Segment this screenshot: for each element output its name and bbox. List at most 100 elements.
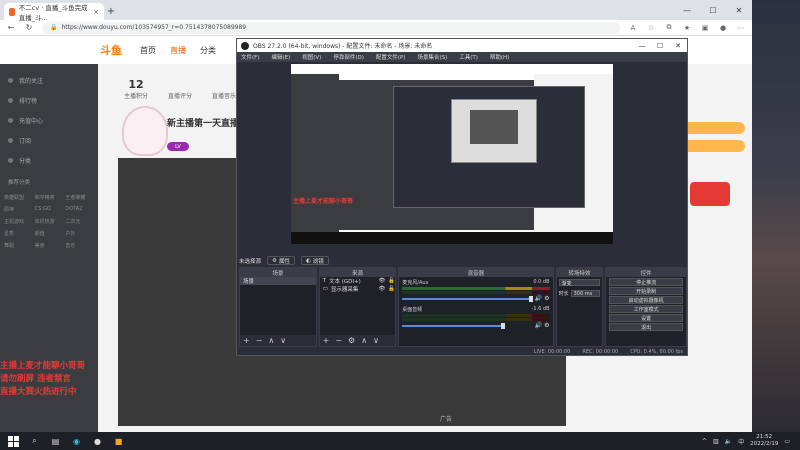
speaker-icon[interactable]: 🔊 bbox=[535, 322, 542, 329]
gear-icon[interactable]: ⚙ bbox=[544, 295, 549, 302]
obs-taskbar-icon[interactable]: ● bbox=[92, 436, 103, 447]
obs-maximize-icon[interactable]: ☐ bbox=[651, 42, 669, 50]
settings-button[interactable]: 设置 bbox=[609, 314, 683, 322]
gear-icon[interactable]: ⚙ bbox=[544, 322, 549, 329]
visibility-eye-icon[interactable]: 👁 bbox=[378, 286, 385, 292]
move-up-icon[interactable]: ∧ bbox=[268, 336, 274, 345]
promo-banner[interactable] bbox=[690, 182, 730, 206]
nav-live[interactable]: 直播 bbox=[170, 45, 186, 56]
visibility-eye-icon[interactable]: 👁 bbox=[378, 278, 385, 284]
category-link[interactable]: 和平精英 bbox=[35, 194, 64, 201]
obs-preview[interactable]: 主播上麦才能聊小哥哥 bbox=[291, 64, 613, 244]
streamer-avatar[interactable] bbox=[122, 106, 168, 156]
nav-home[interactable]: 首页 bbox=[140, 45, 156, 56]
chevron-up-icon[interactable]: ^ bbox=[702, 438, 707, 445]
notification-icon[interactable]: ▭ bbox=[784, 438, 790, 445]
menu-edit[interactable]: 编辑(E) bbox=[271, 53, 290, 61]
minimize-icon[interactable]: — bbox=[674, 0, 700, 20]
remove-source-icon[interactable]: − bbox=[335, 336, 342, 345]
move-up-icon[interactable]: ∧ bbox=[361, 336, 367, 345]
favorites-icon[interactable]: ★ bbox=[682, 24, 692, 32]
category-link[interactable]: 二次元 bbox=[65, 218, 94, 225]
windows-start-icon[interactable] bbox=[8, 435, 19, 447]
studio-mode-button[interactable]: 工作室模式 bbox=[609, 305, 683, 313]
menu-profile[interactable]: 配置文件(P) bbox=[376, 53, 406, 61]
star-icon[interactable]: ☆ bbox=[646, 24, 656, 32]
category-link[interactable]: DOTA2 bbox=[65, 206, 94, 213]
category-link[interactable]: 户外 bbox=[65, 230, 94, 237]
close-icon[interactable]: ✕ bbox=[726, 0, 752, 20]
category-link[interactable]: 英雄联盟 bbox=[4, 194, 33, 201]
task-view-icon[interactable]: ▤ bbox=[50, 436, 61, 447]
stat-item[interactable]: 直播评分 bbox=[168, 78, 192, 100]
menu-scene-collection[interactable]: 场景集合(S) bbox=[417, 53, 447, 61]
speaker-icon[interactable]: 🔊 bbox=[535, 295, 542, 302]
category-link[interactable]: 颜值 bbox=[35, 230, 64, 237]
duration-input[interactable]: 300 ms bbox=[570, 290, 601, 297]
app-taskbar-icon[interactable]: ■ bbox=[113, 436, 124, 447]
obs-minimize-icon[interactable]: — bbox=[633, 42, 651, 50]
move-down-icon[interactable]: ∨ bbox=[373, 336, 379, 345]
sidebar-item[interactable]: 我的关注 bbox=[0, 70, 98, 90]
new-tab-button[interactable]: + bbox=[104, 3, 118, 20]
browser-tab[interactable]: 不二cv · 直播_斗鱼完成直播_斗... × bbox=[4, 3, 104, 22]
volume-slider[interactable] bbox=[402, 295, 533, 302]
filters-button[interactable]: ◐ 滤镜 bbox=[300, 256, 329, 265]
add-source-icon[interactable]: + bbox=[323, 336, 330, 345]
sidebar-item[interactable]: 充值中心 bbox=[0, 110, 98, 130]
url-field[interactable]: 🔒 https://www.douyu.com/103574957_r=0.75… bbox=[42, 21, 620, 34]
remove-scene-icon[interactable]: − bbox=[256, 336, 263, 345]
collections-icon[interactable]: ▣ bbox=[700, 24, 710, 32]
menu-tools[interactable]: 工具(T) bbox=[459, 53, 478, 61]
category-link[interactable]: CS:GO bbox=[35, 206, 64, 213]
category-link[interactable]: 星秀 bbox=[4, 230, 33, 237]
edge-browser-icon[interactable]: ◉ bbox=[71, 436, 82, 447]
stat-item[interactable]: 直播音乐 bbox=[212, 78, 236, 100]
tab-close-icon[interactable]: × bbox=[93, 8, 99, 16]
properties-button[interactable]: ⚙ 属性 bbox=[267, 256, 295, 265]
category-link[interactable]: 音乐 bbox=[65, 242, 94, 249]
category-link[interactable]: 舞蹈 bbox=[4, 242, 33, 249]
source-item[interactable]: T 文本 (GDI+) 👁 🔓 bbox=[320, 277, 396, 285]
ime-icon[interactable]: 中 bbox=[738, 437, 744, 446]
source-settings-icon[interactable]: ⚙ bbox=[348, 336, 355, 345]
extensions-icon[interactable]: ⧉ bbox=[664, 23, 674, 32]
category-link[interactable]: 王者荣耀 bbox=[65, 194, 94, 201]
exit-button[interactable]: 退出 bbox=[609, 323, 683, 331]
system-clock[interactable]: 21:52 2022/2/19 bbox=[750, 434, 778, 448]
font-icon[interactable]: A bbox=[628, 24, 638, 32]
category-link[interactable]: 原神 bbox=[4, 206, 33, 213]
more-icon[interactable]: ⋯ bbox=[736, 24, 746, 32]
stop-streaming-button[interactable]: 停止推流 bbox=[609, 278, 683, 286]
start-recording-button[interactable]: 开始录制 bbox=[609, 287, 683, 295]
virtual-camera-button[interactable]: 启动虚拟摄像机 bbox=[609, 296, 683, 304]
volume-slider[interactable] bbox=[402, 322, 505, 329]
scene-item[interactable]: 场景 bbox=[240, 277, 316, 285]
category-link[interactable]: 单机热游 bbox=[35, 218, 64, 225]
back-icon[interactable]: ← bbox=[6, 23, 16, 32]
menu-help[interactable]: 帮助(H) bbox=[490, 53, 509, 61]
nav-category[interactable]: 分类 bbox=[200, 45, 216, 56]
category-link[interactable]: 美食 bbox=[35, 242, 64, 249]
douyu-logo[interactable]: 斗鱼 bbox=[100, 42, 122, 58]
sidebar-item[interactable]: 分类 bbox=[0, 150, 98, 170]
maximize-icon[interactable]: ☐ bbox=[700, 0, 726, 20]
sidebar-item[interactable]: 排行榜 bbox=[0, 90, 98, 110]
volume-icon[interactable]: 🔈 bbox=[725, 438, 732, 445]
transition-select[interactable]: 渐变 bbox=[558, 279, 601, 287]
sidebar-item[interactable]: 订阅 bbox=[0, 130, 98, 150]
profile-icon[interactable]: ● bbox=[718, 24, 728, 32]
menu-file[interactable]: 文件(F) bbox=[241, 53, 259, 61]
lock-icon[interactable]: 🔓 bbox=[388, 286, 395, 292]
obs-close-icon[interactable]: ✕ bbox=[669, 42, 687, 50]
source-item[interactable]: ▭ 显示器采集 👁 🔓 bbox=[320, 285, 396, 293]
menu-docks[interactable]: 停靠部件(D) bbox=[333, 53, 364, 61]
add-scene-icon[interactable]: + bbox=[243, 336, 250, 345]
network-icon[interactable]: ▥ bbox=[713, 438, 719, 445]
menu-view[interactable]: 视图(V) bbox=[302, 53, 321, 61]
stat-item[interactable]: 12 主播积分 bbox=[124, 78, 148, 100]
refresh-icon[interactable]: ↻ bbox=[24, 23, 34, 32]
search-icon[interactable]: ⌕ bbox=[29, 436, 40, 447]
move-down-icon[interactable]: ∨ bbox=[280, 336, 286, 345]
category-link[interactable]: 主机游戏 bbox=[4, 218, 33, 225]
